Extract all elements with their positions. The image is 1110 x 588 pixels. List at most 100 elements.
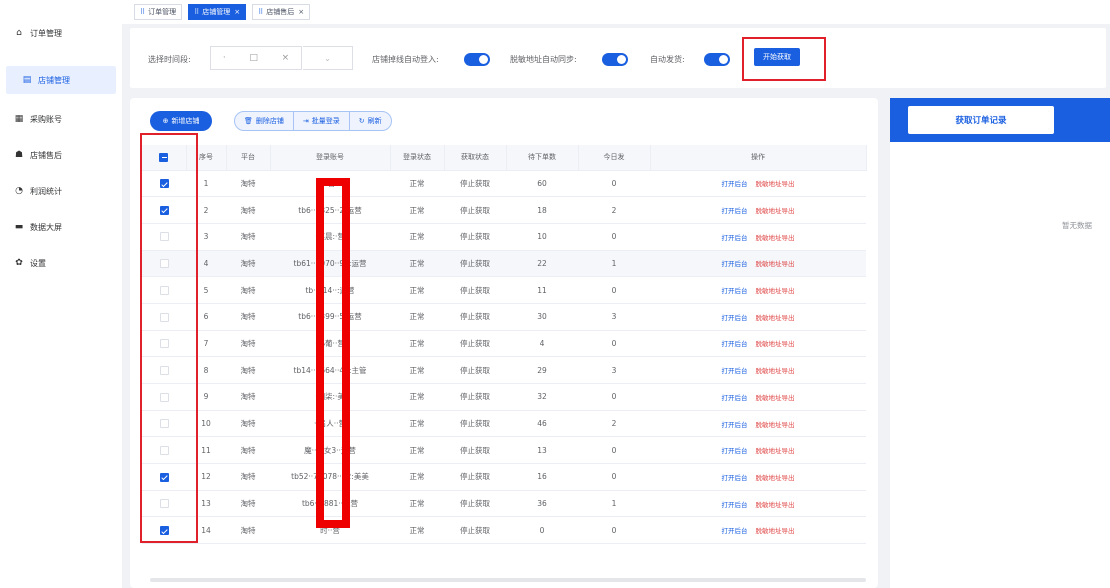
auto-ship-toggle[interactable] — [704, 53, 730, 66]
row-platform: 淘特 — [226, 490, 270, 518]
row-fetch-status: 停止获取 — [444, 490, 506, 518]
account-icon: ▦ — [14, 114, 24, 124]
table-row[interactable]: 3 淘特 ·笑晨:·营 正常 停止获取 10 0 打开后台 脱敏地址导出 — [142, 223, 866, 251]
open-backend-link[interactable]: 打开后台 — [722, 207, 748, 215]
open-backend-link[interactable]: 打开后台 — [722, 421, 748, 429]
open-backend-link[interactable]: 打开后台 — [722, 367, 748, 375]
row-fetch-status: 停止获取 — [444, 463, 506, 491]
delete-store-button[interactable]: 🗑︎ 删除店铺 — [235, 112, 294, 130]
action-button-group: 🗑︎ 删除店铺 ⇥ 批量登录 ↻ 刷新 — [234, 111, 392, 131]
fetch-order-records-button[interactable]: 获取订单记录 — [908, 106, 1054, 134]
row-actions: 打开后台 脱敏地址导出 — [650, 250, 866, 278]
table-row[interactable]: 9 淘特 ·烟柒:·美 正常 停止获取 32 0 打开后台 脱敏地址导出 — [142, 383, 866, 411]
sidebar-item-profit[interactable]: ◔ 利润统计 — [0, 180, 122, 202]
export-address-link[interactable]: 脱敏地址导出 — [756, 394, 795, 402]
table-row[interactable]: 11 淘特 魔··少女3··运营 正常 停止获取 13 0 打开后台 脱敏地址导出 — [142, 436, 866, 465]
row-pending: 30 — [506, 303, 578, 331]
table-row[interactable]: 4 淘特 tb61··6070··97:运营 正常 停止获取 22 1 打开后台 脱敏地址导出 — [142, 250, 866, 278]
export-address-link[interactable]: 脱敏地址导出 — [756, 367, 795, 375]
tab-orders[interactable]: ⠿ 订单管理 — [134, 4, 183, 20]
open-backend-link[interactable]: 打开后台 — [722, 180, 748, 188]
open-backend-link[interactable]: 打开后台 — [722, 501, 748, 509]
open-backend-link[interactable]: 打开后台 — [722, 527, 748, 535]
auto-login-toggle[interactable] — [464, 53, 490, 66]
table-row[interactable]: 6 淘特 tb6··7399··5:运营 正常 停止获取 30 3 打开后台 脱敏地址导出 — [142, 303, 866, 331]
close-icon[interactable]: × — [298, 8, 304, 16]
add-store-button[interactable]: ⊕ 新增店铺 — [150, 111, 212, 131]
export-address-link[interactable]: 脱敏地址导出 — [756, 207, 795, 215]
open-backend-link[interactable]: 打开后台 — [722, 340, 748, 348]
sidebar-item-orders[interactable]: ⌂ 订单管理 — [0, 22, 122, 44]
row-today: 0 — [578, 436, 650, 465]
grip-icon: ⠿ — [140, 8, 146, 16]
row-fetch-status: 停止获取 — [444, 223, 506, 251]
open-backend-link[interactable]: 打开后台 — [722, 314, 748, 322]
export-address-link[interactable]: 脱敏地址导出 — [756, 287, 795, 295]
open-backend-link[interactable]: 打开后台 — [722, 287, 748, 295]
time-range-picker[interactable]: · □ × — [210, 46, 302, 70]
row-fetch-status: 停止获取 — [444, 303, 506, 331]
export-address-link[interactable]: 脱敏地址导出 — [756, 340, 795, 348]
header-fetch-status: 获取状态 — [444, 145, 507, 171]
row-platform: 淘特 — [226, 170, 270, 198]
table-row[interactable]: 12 淘特 tb52··78078··72:美美 正常 停止获取 16 0 打开后台 脱敏地址导… — [142, 463, 866, 491]
row-pending: 10 — [506, 223, 578, 251]
row-actions: 打开后台 脱敏地址导出 — [650, 516, 866, 545]
row-actions: 打开后台 脱敏地址导出 — [650, 410, 866, 438]
clear-icon[interactable]: × — [282, 53, 290, 63]
sidebar-item-settings[interactable]: ✿ 设置 — [0, 252, 122, 274]
export-address-link[interactable]: 脱敏地址导出 — [756, 180, 795, 188]
open-backend-link[interactable]: 打开后台 — [722, 394, 748, 402]
export-address-link[interactable]: 脱敏地址导出 — [756, 260, 795, 268]
open-backend-link[interactable]: 打开后台 — [722, 260, 748, 268]
sidebar-item-dashboard[interactable]: ▬ 数据大屏 — [0, 216, 122, 238]
table-row[interactable]: 14 淘特 时··营 正常 停止获取 0 0 打开后台 脱敏地址导出 — [142, 516, 866, 545]
sidebar-item-purchase-accounts[interactable]: ▦ 采购账号 — [0, 108, 122, 130]
row-pending: 32 — [506, 383, 578, 411]
time-range-select[interactable]: ⌄ — [303, 46, 353, 70]
annotation-box-checkboxes — [140, 133, 198, 543]
row-login-status: 正常 — [390, 170, 444, 198]
row-platform: 淘特 — [226, 410, 270, 438]
row-pending: 29 — [506, 356, 578, 384]
refresh-button[interactable]: ↻ 刷新 — [350, 112, 391, 130]
store-table-card: ⊕ 新增店铺 🗑︎ 删除店铺 ⇥ 批量登录 ↻ 刷新 序号 平台 登录账号 登录… — [130, 98, 878, 588]
header-platform: 平台 — [226, 145, 271, 171]
export-address-link[interactable]: 脱敏地址导出 — [756, 447, 795, 455]
row-login-status: 正常 — [390, 250, 444, 278]
table-row[interactable]: 8 淘特 tb14··2664··43:主管 正常 停止获取 29 3 打开后台 脱敏地址导出 — [142, 356, 866, 384]
export-address-link[interactable]: 脱敏地址导出 — [756, 314, 795, 322]
table-row[interactable]: 5 淘特 tb··214··:运营 正常 停止获取 11 0 打开后台 脱敏地址导出 — [142, 276, 866, 304]
open-backend-link[interactable]: 打开后台 — [722, 474, 748, 482]
row-pending: 18 — [506, 196, 578, 224]
open-backend-link[interactable]: 打开后台 — [722, 447, 748, 455]
tab-stores[interactable]: ⠿ 店铺管理 × — [188, 4, 247, 20]
open-backend-link[interactable]: 打开后台 — [722, 234, 748, 242]
store-table: 序号 平台 登录账号 登录状态 获取状态 待下单数 今日发 操作 1 淘特 -管 正常… — [142, 145, 867, 545]
table-row[interactable]: 13 淘特 tb6··6881··运营 正常 停止获取 36 1 打开后台 脱敏地址导出 — [142, 490, 866, 518]
sidebar-item-aftersale[interactable]: ☗ 店铺售后 — [0, 144, 122, 166]
row-platform: 淘特 — [226, 463, 270, 491]
row-today: 0 — [578, 276, 650, 304]
row-platform: 淘特 — [226, 436, 270, 465]
table-row[interactable]: 7 淘特 ·小葡··营 正常 停止获取 4 0 打开后台 脱敏地址导出 — [142, 330, 866, 358]
export-address-link[interactable]: 脱敏地址导出 — [756, 234, 795, 242]
export-address-link[interactable]: 脱敏地址导出 — [756, 421, 795, 429]
sidebar-item-stores[interactable]: ▤ 店铺管理 — [6, 66, 116, 94]
export-address-link[interactable]: 脱敏地址导出 — [756, 527, 795, 535]
button-label: 删除店铺 — [255, 117, 284, 125]
row-fetch-status: 停止获取 — [444, 436, 506, 465]
table-row[interactable]: 2 淘特 tb6··1825··2:运营 正常 停止获取 18 2 打开后台 脱敏地址导出 — [142, 196, 866, 224]
export-address-link[interactable]: 脱敏地址导出 — [756, 474, 795, 482]
horizontal-scrollbar[interactable] — [150, 578, 866, 582]
batch-login-button[interactable]: ⇥ 批量登录 — [294, 112, 350, 130]
addr-sync-toggle[interactable] — [602, 53, 628, 66]
tab-aftersale[interactable]: ⠿ 店铺售后 × — [252, 4, 311, 20]
time-range-label: 选择时间段: — [148, 55, 191, 64]
export-address-link[interactable]: 脱敏地址导出 — [756, 501, 795, 509]
table-row[interactable]: 1 淘特 -管 正常 停止获取 60 0 打开后台 脱敏地址导出 — [142, 170, 866, 198]
table-row[interactable]: 10 淘特 ··名人··营 正常 停止获取 46 2 打开后台 脱敏地址导出 — [142, 410, 866, 438]
row-actions: 打开后台 脱敏地址导出 — [650, 170, 866, 198]
close-icon[interactable]: × — [234, 8, 240, 16]
sidebar-item-label: 采购账号 — [30, 114, 62, 124]
